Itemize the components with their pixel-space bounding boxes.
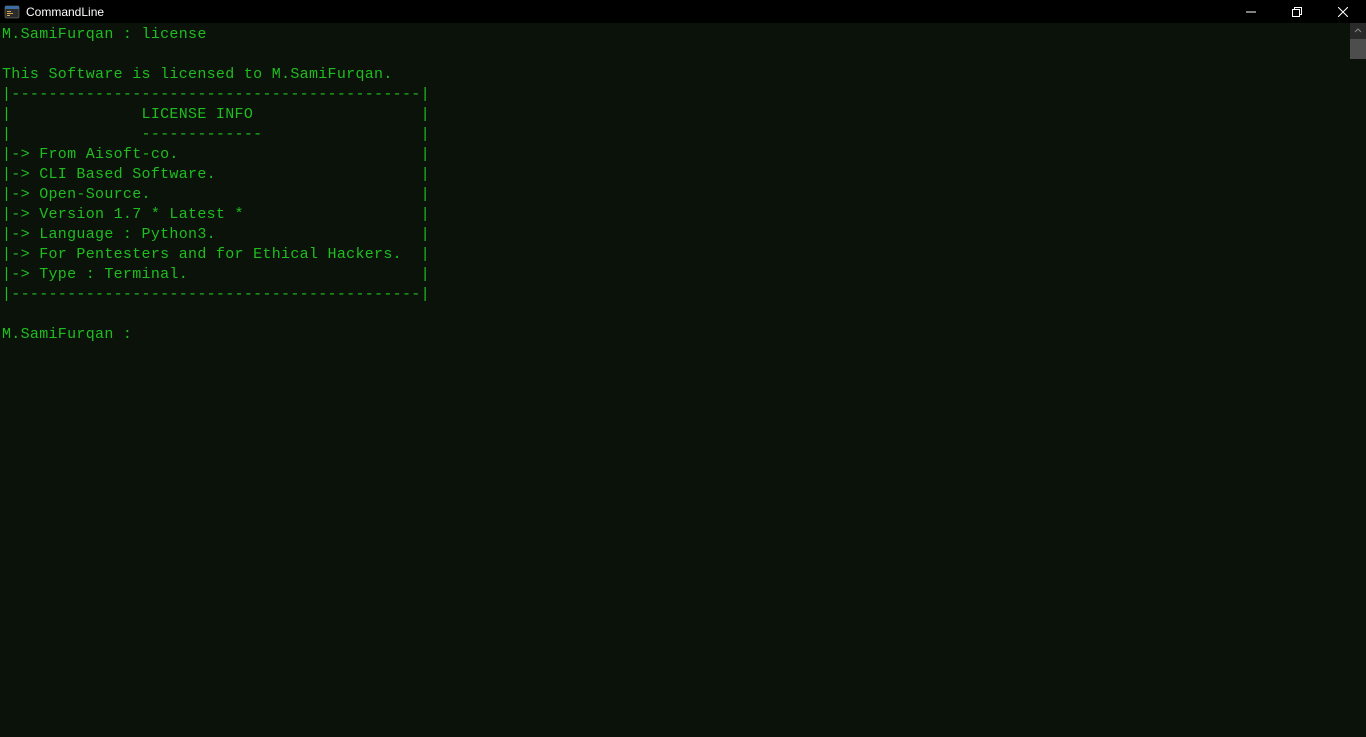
prompt-command-line: M.SamiFurqan : license: [2, 26, 207, 43]
license-box-line: |-> From Aisoft-co. |: [2, 146, 430, 163]
prompt-waiting: M.SamiFurqan :: [2, 326, 142, 343]
license-box-line: |-> Type : Terminal. |: [2, 266, 430, 283]
window-title: CommandLine: [26, 5, 104, 19]
minimize-button[interactable]: [1228, 0, 1274, 23]
license-header: This Software is licensed to M.SamiFurqa…: [2, 66, 393, 83]
titlebar-left: CommandLine: [4, 4, 104, 20]
vertical-scrollbar[interactable]: [1350, 23, 1366, 737]
terminal-content: M.SamiFurqan : license This Software is …: [2, 25, 1366, 345]
license-box-line: |-> For Pentesters and for Ethical Hacke…: [2, 246, 430, 263]
license-box-top: |---------------------------------------…: [2, 86, 430, 103]
close-icon: [1338, 7, 1348, 17]
license-box-bottom: |---------------------------------------…: [2, 286, 430, 303]
maximize-button[interactable]: [1274, 0, 1320, 23]
window-titlebar: CommandLine: [0, 0, 1366, 23]
maximize-icon: [1292, 7, 1302, 17]
license-box-line: |-> Language : Python3. |: [2, 226, 430, 243]
license-box-line: |-> Version 1.7 * Latest * |: [2, 206, 430, 223]
license-box-title: | LICENSE INFO |: [2, 106, 430, 123]
terminal-area[interactable]: M.SamiFurqan : license This Software is …: [0, 23, 1366, 737]
close-button[interactable]: [1320, 0, 1366, 23]
license-box-line: |-> Open-Source. |: [2, 186, 430, 203]
license-box-line: |-> CLI Based Software. |: [2, 166, 430, 183]
window-controls: [1228, 0, 1366, 23]
minimize-icon: [1246, 7, 1256, 17]
chevron-up-icon: [1354, 27, 1362, 35]
scrollbar-thumb[interactable]: [1350, 39, 1366, 59]
scrollbar-up-arrow[interactable]: [1350, 23, 1366, 39]
license-box-underline: | ------------- |: [2, 126, 430, 143]
app-icon: [4, 4, 20, 20]
